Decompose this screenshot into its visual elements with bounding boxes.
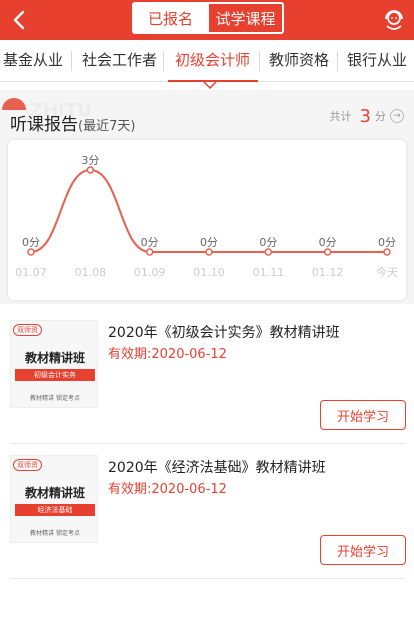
data-label: 0分 (200, 236, 218, 249)
data-label: 0分 (22, 236, 40, 249)
study-line-chart: 0分 01.07 3分 01.08 0分 01.09 0分 01.10 0分 01.11 0分 01.… (15, 154, 398, 279)
start-learning-button[interactable]: 开始学习 (320, 535, 406, 565)
customer-service-icon (385, 10, 403, 30)
data-label: 3分 (81, 154, 99, 167)
data-point (323, 248, 332, 256)
course-card[interactable]: 双师资 教材精讲班 经济法基础 教材精讲 锁定考点 2020年《经济法基础》教材… (0, 443, 414, 579)
data-point (86, 166, 95, 174)
course-title[interactable]: 2020年《初级会计实务》教材精讲班 (108, 322, 340, 342)
arrow-right-icon: → (390, 109, 404, 123)
thumb-title: 教材精讲班 (24, 351, 85, 365)
report-title: 听课报告(最近7天) (10, 110, 135, 135)
divider (10, 578, 404, 579)
x-tick-label: 01.09 (134, 266, 166, 279)
tab-enrolled[interactable]: 已报名 (134, 4, 207, 32)
divider (259, 51, 260, 71)
x-tick-label: 01.10 (193, 266, 225, 279)
tab-social-worker[interactable]: 社会工作者 (82, 40, 157, 82)
course-card[interactable]: 双师资 教材精讲班 初级会计实务 教材精讲 锁定考点 2020年《初级会计实务》… (0, 308, 414, 444)
divider (71, 51, 72, 71)
course-validity: 有效期:2020-06-12 (108, 347, 227, 362)
tab-banking[interactable]: 银行从业 (347, 40, 407, 82)
total-unit: 分 (375, 110, 386, 123)
thumb-title: 教材精讲班 (24, 486, 85, 500)
customer-service-button[interactable] (380, 6, 408, 34)
data-label: 0分 (259, 236, 277, 249)
data-label: 0分 (319, 236, 337, 249)
start-learning-button[interactable]: 开始学习 (320, 400, 406, 430)
category-tabs: 基金从业 社会工作者 初级会计师 教师资格 银行从业 (0, 40, 414, 82)
total-summary[interactable]: 共计 3 分 → (329, 105, 404, 127)
thumb-footer: 教材精讲 锁定考点 (30, 530, 80, 537)
tab-fund[interactable]: 基金从业 (3, 40, 63, 82)
report-subtitle: (最近7天) (78, 119, 136, 134)
x-tick-label: 01.11 (253, 266, 285, 279)
data-label: 0分 (378, 236, 396, 249)
x-tick-label: 01.12 (312, 266, 344, 279)
course-thumbnail[interactable]: 双师资 教材精讲班 初级会计实务 教材精讲 锁定考点 (10, 320, 98, 408)
thumb-tag: 双师资 (13, 324, 42, 336)
app-header: 已报名 试学课程 (0, 0, 414, 40)
course-type-switch: 已报名 试学课程 (132, 2, 284, 34)
total-label: 共计 (329, 110, 352, 123)
x-tick-label: 01.07 (15, 266, 47, 279)
thumb-tag: 双师资 (13, 459, 42, 471)
tab-junior-accountant[interactable]: 初级会计师 (175, 40, 250, 82)
data-point (205, 248, 213, 256)
data-point (264, 248, 273, 256)
divider (337, 51, 338, 71)
tab-trial-courses[interactable]: 试学课程 (207, 4, 282, 32)
course-title[interactable]: 2020年《经济法基础》教材精讲班 (108, 457, 326, 477)
thumb-subject: 经济法基础 (15, 504, 95, 516)
back-button[interactable] (6, 6, 34, 34)
report-title-text: 听课报告 (10, 115, 78, 135)
total-value: 3 (359, 105, 371, 127)
divider (163, 51, 164, 71)
chevron-left-icon (13, 10, 25, 30)
data-point (145, 248, 154, 256)
x-tick-label: 今天 (376, 265, 398, 279)
tab-teacher-qualification[interactable]: 教师资格 (269, 40, 329, 82)
course-thumbnail[interactable]: 双师资 教材精讲班 经济法基础 教材精讲 锁定考点 (10, 455, 98, 543)
study-chart-card: 0分 01.07 3分 01.08 0分 01.09 0分 01.10 0分 01.11 0分 01.… (8, 140, 406, 300)
data-point (27, 248, 35, 256)
course-validity: 有效期:2020-06-12 (108, 482, 227, 497)
data-point (383, 248, 391, 256)
x-tick-label: 01.08 (75, 266, 107, 279)
data-label: 0分 (141, 236, 159, 249)
caret-down-icon (203, 81, 217, 90)
thumb-footer: 教材精讲 锁定考点 (30, 395, 80, 402)
thumb-subject: 初级会计实务 (15, 369, 95, 381)
